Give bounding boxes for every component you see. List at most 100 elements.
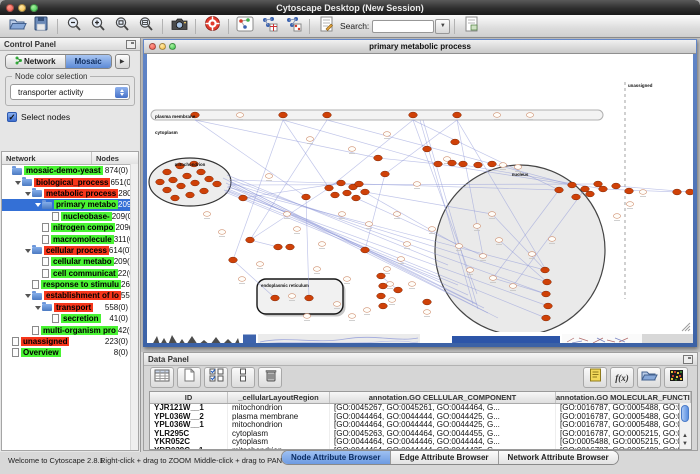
tab-mosaic[interactable]: Mosaic bbox=[66, 55, 111, 68]
node-selected[interactable] bbox=[337, 180, 346, 186]
node-selected[interactable] bbox=[686, 189, 693, 195]
node-selected[interactable] bbox=[572, 194, 581, 200]
tab-network-attribute-browser[interactable]: Network Attribute Browser bbox=[499, 451, 618, 464]
tree-item[interactable]: establishment of lo558(0) bbox=[2, 290, 138, 301]
node-unselected[interactable] bbox=[639, 190, 646, 195]
create-view-button[interactable] bbox=[257, 16, 281, 36]
table-cell[interactable]: YJR121W__1 bbox=[150, 404, 228, 413]
node-selected[interactable] bbox=[361, 247, 370, 253]
node-selected[interactable] bbox=[200, 188, 209, 194]
node-unselected[interactable] bbox=[293, 227, 300, 232]
table-cell[interactable]: YPL036W__2 bbox=[150, 413, 228, 422]
node-selected[interactable] bbox=[568, 182, 577, 188]
table-cell[interactable]: plasma membrane bbox=[228, 413, 330, 422]
node-unselected[interactable] bbox=[318, 242, 325, 247]
expander-icon[interactable] bbox=[25, 190, 32, 197]
node-selected[interactable] bbox=[599, 186, 608, 192]
node-selected[interactable] bbox=[434, 161, 443, 167]
node-selected[interactable] bbox=[544, 303, 553, 309]
expander-icon[interactable] bbox=[15, 179, 22, 186]
table-cell[interactable]: YLR295C bbox=[150, 430, 228, 439]
table-row[interactable]: YLR295Ccytoplasm[GO:0045263, GO:0044464,… bbox=[150, 430, 691, 439]
node-selected[interactable] bbox=[352, 195, 361, 201]
table-cell[interactable]: [GO:0016787, GO:0005488, GO:0005215, G..… bbox=[556, 421, 691, 430]
node-selected[interactable] bbox=[323, 112, 332, 118]
table-cell[interactable]: mitochondrion bbox=[228, 421, 330, 430]
node-selected[interactable] bbox=[343, 190, 352, 196]
tree-item[interactable]: cell communicat22(0) bbox=[2, 268, 138, 279]
node-unselected[interactable] bbox=[488, 212, 495, 217]
node-unselected[interactable] bbox=[288, 294, 295, 299]
tree-item[interactable]: cellular metabo209(0) bbox=[2, 256, 138, 267]
node-selected[interactable] bbox=[542, 291, 551, 297]
node-selected[interactable] bbox=[171, 195, 180, 201]
table-cell[interactable]: YDR039C__1 bbox=[150, 447, 228, 450]
node-unselected[interactable] bbox=[363, 308, 370, 313]
zoom-fit-button[interactable] bbox=[134, 16, 158, 36]
node-unselected[interactable] bbox=[466, 268, 473, 273]
node-unselected[interactable] bbox=[548, 237, 555, 242]
tree-item[interactable]: unassigned223(0) bbox=[2, 336, 138, 347]
table-cell[interactable]: [GO:0045267, GO:0045261, GO:0044464, G..… bbox=[330, 404, 556, 413]
select-nodes-checkbox[interactable]: ✓ bbox=[7, 112, 17, 122]
node-unselected[interactable] bbox=[203, 212, 210, 217]
view-close-button[interactable] bbox=[149, 43, 156, 50]
node-selected[interactable] bbox=[286, 244, 295, 250]
node-unselected[interactable] bbox=[514, 165, 521, 170]
node-selected[interactable] bbox=[325, 185, 334, 191]
table-cell[interactable]: [GO:0016787, GO:0005488, GO:0005215, G..… bbox=[556, 413, 691, 422]
node-unselected[interactable] bbox=[303, 314, 310, 319]
node-selected[interactable] bbox=[423, 299, 432, 305]
node-unselected[interactable] bbox=[383, 267, 390, 272]
save-session-button[interactable] bbox=[29, 16, 53, 36]
table-row[interactable]: YJR121W__1mitochondrion[GO:0045267, GO:0… bbox=[150, 404, 691, 413]
node-unselected[interactable] bbox=[528, 252, 535, 257]
node-unselected[interactable] bbox=[365, 222, 372, 227]
node-unselected[interactable] bbox=[408, 282, 415, 287]
table-cell[interactable]: [GO:0005488, GO:0005215, GO:0003674] bbox=[556, 438, 691, 447]
zoom-in-button[interactable] bbox=[86, 16, 110, 36]
table-cell[interactable]: [GO:0044464, GO:0044444, GO:0044425, G..… bbox=[330, 421, 556, 430]
tab-node-attribute-browser[interactable]: Node Attribute Browser bbox=[282, 451, 391, 464]
table-cell[interactable]: YKR052C bbox=[150, 438, 228, 447]
node-selected[interactable] bbox=[279, 112, 288, 118]
table-row[interactable]: YKR052Ccytoplasm[GO:0044464, GO:0044446,… bbox=[150, 438, 691, 447]
expander-icon[interactable] bbox=[25, 292, 32, 299]
table-cell[interactable]: cytoplasm bbox=[228, 430, 330, 439]
node-unselected[interactable] bbox=[403, 242, 410, 247]
node-selected[interactable] bbox=[453, 112, 462, 118]
tree-item[interactable]: mosaic-demo-yeast874(0) bbox=[2, 165, 138, 176]
table-column-header[interactable]: ID bbox=[150, 392, 228, 403]
help-button[interactable] bbox=[200, 16, 224, 36]
tree-item[interactable]: transport558(0) bbox=[2, 302, 138, 313]
table-scrollbar[interactable]: ▲ ▼ bbox=[679, 403, 691, 449]
node-selected[interactable] bbox=[163, 169, 172, 175]
zoom-out-button[interactable] bbox=[62, 16, 86, 36]
node-selected[interactable] bbox=[555, 187, 564, 193]
node-selected[interactable] bbox=[239, 195, 248, 201]
tree-col-network[interactable]: Network bbox=[2, 152, 92, 164]
table-row[interactable]: YPL036W__1mitochondrion[GO:0044464, GO:0… bbox=[150, 421, 691, 430]
node-selected[interactable] bbox=[543, 279, 552, 285]
node-selected[interactable] bbox=[271, 295, 280, 301]
view-minimize-button[interactable] bbox=[159, 43, 166, 50]
expander-icon[interactable] bbox=[25, 247, 32, 254]
tree-item[interactable]: secretion41(0) bbox=[2, 313, 138, 324]
node-selected[interactable] bbox=[377, 293, 386, 299]
new-attribute-button[interactable] bbox=[177, 367, 201, 388]
table-cell[interactable]: [GO:0044464, GO:0044446, GO:0044444, G..… bbox=[330, 438, 556, 447]
close-button[interactable] bbox=[6, 4, 14, 12]
node-selected[interactable] bbox=[409, 112, 418, 118]
search-dropdown-button[interactable]: ▼ bbox=[435, 19, 450, 34]
open-session-button[interactable] bbox=[5, 16, 29, 36]
node-selected[interactable] bbox=[191, 180, 200, 186]
tab-network[interactable]: Network bbox=[6, 55, 66, 68]
node-selected[interactable] bbox=[459, 161, 468, 167]
node-unselected[interactable] bbox=[333, 302, 340, 307]
formula-button[interactable]: f(x) bbox=[610, 367, 634, 388]
node-unselected[interactable] bbox=[499, 163, 506, 168]
node-unselected[interactable] bbox=[495, 238, 502, 243]
select-attributes-button[interactable] bbox=[204, 367, 228, 388]
minimize-button[interactable] bbox=[18, 4, 26, 12]
tab-edge-attribute-browser[interactable]: Edge Attribute Browser bbox=[391, 451, 499, 464]
